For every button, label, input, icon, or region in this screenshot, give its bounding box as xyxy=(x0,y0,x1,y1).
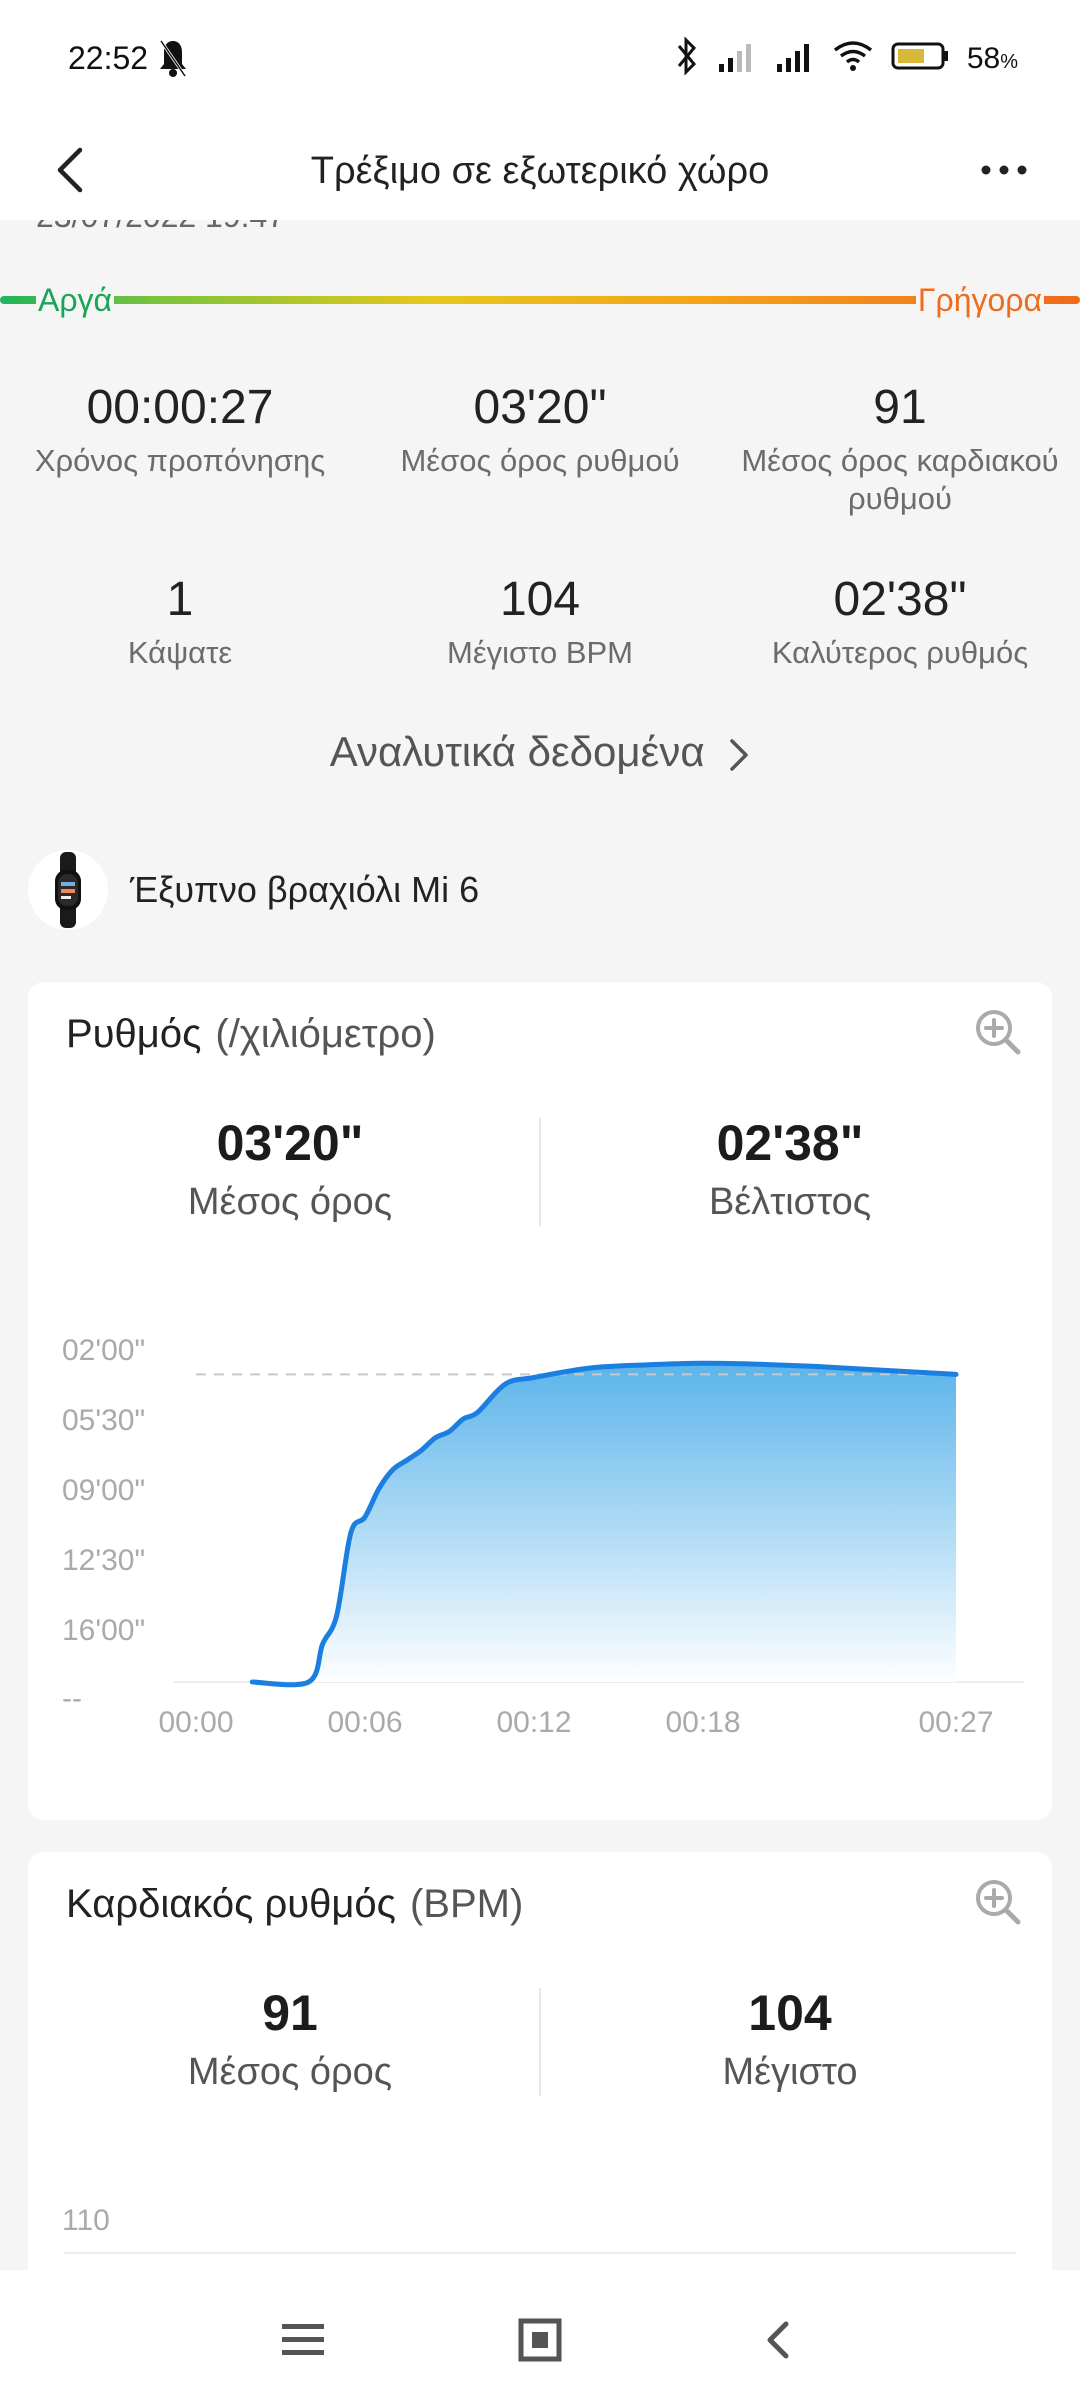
stat-label: Χρόνος προπόνησης xyxy=(34,443,326,478)
detailed-data-label: Αναλυτικά δεδομένα xyxy=(329,728,705,775)
system-back-button[interactable] xyxy=(737,2300,817,2380)
status-bar: 22:52 58% xyxy=(0,0,1080,120)
heart-max-value: 104 xyxy=(748,1985,832,2041)
stat-label: Μέγιστο BPM xyxy=(447,635,633,670)
speed-slow-label: Αργά xyxy=(36,282,115,319)
chevron-right-icon xyxy=(730,739,749,771)
heart-avg-value: 91 xyxy=(262,1985,318,2041)
more-options-button[interactable] xyxy=(968,138,1040,202)
heart-title-text: Καρδιακός ρυθμός xyxy=(66,1882,396,1926)
status-time: 22:52 xyxy=(68,40,149,76)
heart-grid-line xyxy=(64,2252,1016,2254)
signal-1-icon xyxy=(717,40,757,77)
device-name: Έξυπνο βραχιόλι Mi 6 xyxy=(130,869,480,910)
stat-value: 104 xyxy=(499,573,581,626)
workout-datetime: 23/07/2022 19:47 xyxy=(36,220,285,235)
system-nav-bar xyxy=(0,2270,1080,2400)
heart-zoom-button[interactable] xyxy=(968,1872,1028,1932)
stat-workout-time: 00:00:27 Χρόνος προπόνησης xyxy=(0,378,360,480)
stat-value: 00:00:27 xyxy=(86,381,274,434)
x-tick-label: 00:12 xyxy=(496,1706,572,1739)
workout-detail-scroll[interactable]: 23/07/2022 19:47 Αργά Γρήγορα 00:00:27 Χ… xyxy=(0,220,1080,2270)
x-tick-label: 00:18 xyxy=(665,1706,741,1739)
detailed-data-link[interactable]: Αναλυτικά δεδομένα xyxy=(0,728,1080,776)
stat-avg-pace: 03'20" Μέσος όρος ρυθμού xyxy=(360,378,720,480)
stat-label: Μέσος όρος ρυθμού xyxy=(400,443,680,478)
page-title: Τρέξιμο σε εξωτερικό χώρο xyxy=(310,150,770,192)
battery-percent: 58 xyxy=(966,41,1001,75)
stat-value: 02'38" xyxy=(833,573,967,626)
x-tick-label: 00:27 xyxy=(918,1706,994,1739)
bluetooth-icon xyxy=(675,36,699,81)
app-bar: Τρέξιμο σε εξωτερικό χώρο xyxy=(0,120,1080,220)
stat-value: 91 xyxy=(873,381,927,434)
heart-avg: 91 Μέσος όρος xyxy=(40,1982,540,2096)
recents-button[interactable] xyxy=(263,2300,343,2380)
wifi-icon xyxy=(833,40,873,77)
heart-avg-label: Μέσος όρος xyxy=(187,2051,393,2093)
heart-unit: (BPM) xyxy=(409,1882,524,1926)
menu-icon xyxy=(282,2324,324,2355)
heart-card-title: Καρδιακός ρυθμός (BPM) xyxy=(66,1882,523,1927)
stat-label: Καλύτερος ρυθμός xyxy=(771,635,1029,670)
battery-icon xyxy=(891,41,949,76)
heart-max-label: Μέγιστο xyxy=(722,2051,858,2093)
alarm-bell-icon xyxy=(158,38,188,85)
battery-unit: % xyxy=(1000,50,1018,73)
x-tick-label: 00:00 xyxy=(158,1706,234,1739)
stat-label: Μέσος όρος καρδιακού ρυθμού xyxy=(741,443,1059,516)
heart-y-tick-label: 110 xyxy=(62,2204,110,2237)
home-square-icon xyxy=(518,2318,562,2362)
stat-value: 03'20" xyxy=(473,381,607,434)
zoom-in-icon xyxy=(976,1880,1021,1925)
speed-fast-label: Γρήγορα xyxy=(915,282,1044,319)
heart-rate-card: Καρδιακός ρυθμός (BPM) 91 Μέσος όρος 104 … xyxy=(28,1852,1052,2270)
stat-avg-heart-rate: 91 Μέσος όρος καρδιακού ρυθμού xyxy=(720,378,1080,518)
pace-chart xyxy=(174,1360,1024,1688)
back-triangle-icon xyxy=(767,2321,789,2359)
mi-band-device-icon xyxy=(28,850,108,930)
stat-max-bpm: 104 Μέγιστο BPM xyxy=(360,570,720,672)
stat-best-pace: 02'38" Καλύτερος ρυθμός xyxy=(720,570,1080,672)
home-button[interactable] xyxy=(500,2300,580,2380)
pace-card: Ρυθμός (/χιλιόμετρο) 03'20" Μέσος όρος 02… xyxy=(28,982,1052,1820)
signal-2-icon xyxy=(775,40,815,77)
heart-max: 104 Μέγιστο xyxy=(540,1982,1040,2096)
more-dots-icon xyxy=(981,165,1027,175)
device-row[interactable]: Έξυπνο βραχιόλι Mi 6 xyxy=(28,850,479,930)
stat-value: 1 xyxy=(166,573,194,626)
x-tick-label: 00:06 xyxy=(327,1706,403,1739)
stat-label: Κάψατε xyxy=(127,635,233,670)
stat-calories: 1 Κάψατε xyxy=(0,570,360,672)
